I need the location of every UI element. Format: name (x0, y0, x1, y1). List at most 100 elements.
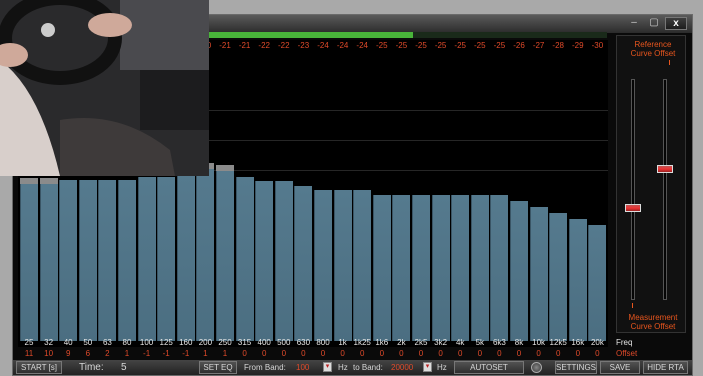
frequency-label: 16k (571, 338, 585, 347)
band-gain-label: -25 (493, 41, 506, 50)
offset-value: 0 (516, 349, 522, 358)
eq-band-bar-1k25[interactable] (353, 190, 372, 341)
offset-value: 0 (536, 349, 541, 358)
eq-band-bar-25[interactable] (20, 184, 38, 341)
settings-button[interactable]: SETTINGS (555, 361, 597, 374)
offset-value: 0 (555, 349, 561, 358)
frequency-label: 1k25 (353, 338, 371, 347)
measurement-tick (632, 303, 633, 308)
band-gain-label: -22 (258, 41, 270, 50)
offset-value: 0 (497, 349, 502, 358)
eq-band-bar-2k5[interactable] (412, 195, 430, 341)
band-gain-label: -25 (395, 41, 408, 50)
frequency-label: 630 (296, 338, 311, 347)
band-gain-label: -25 (376, 41, 388, 50)
band-gain-label: -21 (219, 41, 231, 50)
measurement-slider-track[interactable] (625, 79, 641, 300)
offset-value: -1 (143, 349, 151, 358)
reference-slider-track[interactable] (657, 79, 673, 300)
save-button[interactable]: SAVE (600, 361, 640, 374)
globe-icon[interactable] (531, 362, 542, 373)
band-gain-label: -23 (297, 41, 310, 50)
from-band-hz: Hz (338, 363, 348, 372)
frequency-label: 250 (218, 338, 232, 347)
measurement-label-sub: Curve Offset (630, 322, 676, 331)
frequency-label: 6k3 (492, 338, 506, 347)
eq-band-bar-16k[interactable] (568, 219, 587, 341)
measurement-slider-thumb[interactable] (625, 204, 641, 212)
offset-value: -1 (162, 349, 170, 358)
eq-band-bar-315[interactable] (235, 177, 254, 341)
eq-band-bar-250[interactable] (216, 171, 234, 341)
to-band-value[interactable]: 20000 (391, 361, 413, 374)
band-gain-label: -24 (336, 41, 349, 50)
from-band-value[interactable]: 100 (296, 361, 309, 374)
eq-band-bar-4k[interactable] (451, 195, 470, 341)
curve-offset-panel: Reference Curve Offset Measurement Curve… (616, 35, 686, 333)
eq-band-bar-200[interactable] (196, 169, 215, 341)
eq-band-bar-1k[interactable] (333, 190, 352, 341)
eq-band-bar-50[interactable] (78, 180, 97, 341)
frequency-label: 100 (139, 338, 154, 347)
frequency-label-row: Freq 25 32 40 50 63 80 100 125 160 200 250 315 400 50… (18, 337, 678, 348)
eq-band-bar-800[interactable] (314, 190, 332, 341)
band-gain-label: -30 (591, 41, 604, 50)
to-band-dropdown-icon[interactable]: ▾ (423, 362, 432, 372)
eq-band-bar-2k[interactable] (392, 195, 411, 341)
frequency-label: 800 (316, 338, 330, 347)
eq-band-bar-63[interactable] (98, 180, 117, 341)
frequency-label: 1k (338, 338, 347, 347)
band-gain-label: -26 (513, 41, 525, 50)
frequency-label: 200 (198, 338, 213, 347)
eq-band-bar-6k3[interactable] (490, 195, 509, 341)
autoset-button[interactable]: AUTOSET (454, 361, 524, 374)
eq-band-bar-100[interactable] (137, 177, 156, 341)
offset-value: 0 (359, 349, 365, 358)
frequency-label: 5k (475, 338, 485, 347)
close-button[interactable]: x (665, 17, 687, 30)
offset-label-row: Offset 11 10 9 6 2 1 -1 -1 -1 1 1 0 0 0 0 0 0 0 0 0 0 0 0 0 0 0 0 0… (18, 348, 678, 359)
frequency-label: 12k5 (549, 338, 567, 347)
offset-value: 11 (24, 349, 34, 358)
offset-value: 0 (261, 349, 267, 358)
frequency-label: 1k6 (375, 338, 389, 347)
eq-band-bar-400[interactable] (255, 181, 274, 341)
eq-band-bar-1k6[interactable] (372, 195, 391, 341)
eq-band-bar-8k[interactable] (510, 201, 528, 341)
offset-value: 2 (105, 349, 110, 358)
from-band-dropdown-icon[interactable]: ▾ (323, 362, 332, 372)
time-value[interactable]: 5 (121, 361, 127, 374)
eq-band-bar-32[interactable] (39, 184, 58, 341)
eq-band-bar-3k2[interactable] (431, 195, 450, 341)
set-eq-button[interactable]: SET EQ (199, 361, 237, 374)
eq-band-bar-160[interactable] (176, 174, 195, 341)
eq-band-bar-125[interactable] (157, 177, 176, 341)
frequency-label: 500 (277, 338, 291, 347)
reference-slider-thumb[interactable] (657, 165, 673, 173)
minimize-icon[interactable]: – (625, 17, 643, 30)
offset-value: 10 (44, 349, 54, 358)
band-gain-label: -21 (238, 41, 251, 50)
offset-value: 0 (418, 349, 424, 358)
eq-band-bar-10k[interactable] (529, 207, 548, 341)
maximize-icon[interactable]: ▢ (645, 17, 663, 30)
offset-value: 0 (575, 349, 581, 358)
offset-value: 0 (595, 349, 600, 358)
eq-band-bar-40[interactable] (59, 180, 78, 341)
offset-value: 0 (242, 349, 247, 358)
eq-band-bar-12k5[interactable] (549, 213, 568, 341)
hide-rta-button[interactable]: HIDE RTA (643, 361, 688, 374)
to-band-label: to Band: (353, 363, 383, 372)
eq-band-bar-5k[interactable] (470, 195, 489, 341)
eq-band-bar-500[interactable] (274, 181, 293, 341)
start-button[interactable]: START [s] (16, 361, 62, 374)
eq-band-bar-80[interactable] (118, 180, 136, 341)
time-label: Time: (79, 362, 104, 373)
frequency-label: 8k (514, 338, 524, 347)
offset-value: 0 (340, 349, 345, 358)
control-bar: START [s] Time: 5 SET EQ From Band: 100 … (13, 360, 692, 375)
eq-band-bar-20k[interactable] (588, 225, 607, 341)
eq-band-bar-630[interactable] (294, 186, 313, 341)
reference-tick (669, 60, 670, 65)
freq-title: Freq (616, 338, 633, 347)
